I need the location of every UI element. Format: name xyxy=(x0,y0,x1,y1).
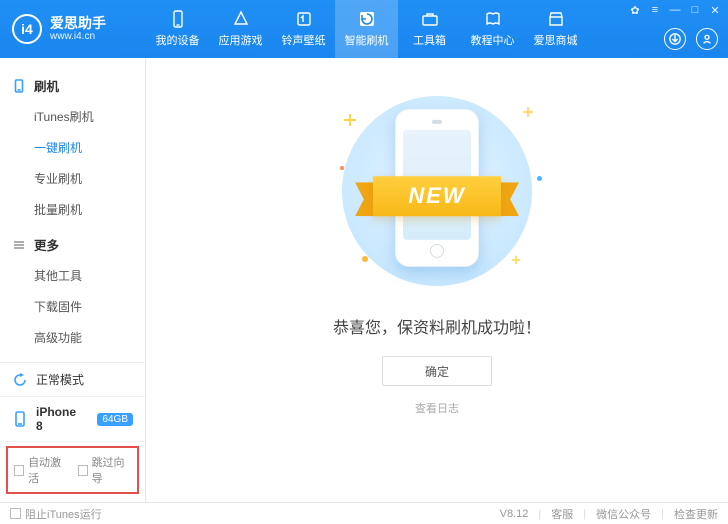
refresh-icon xyxy=(358,10,376,28)
main-panel: NEW 恭喜您，保资料刷机成功啦！ 确定 查看日志 xyxy=(146,58,728,502)
sidebar-item-onekey[interactable]: 一键刷机 xyxy=(34,132,145,163)
tab-label: 铃声壁纸 xyxy=(282,32,326,48)
window-controls: ✿ ≡ — □ ✕ xyxy=(628,3,722,17)
list-icon xyxy=(12,238,26,252)
tab-tutorial[interactable]: 教程中心 xyxy=(461,0,524,58)
tab-games[interactable]: 应用游戏 xyxy=(209,0,272,58)
book-icon xyxy=(484,10,502,28)
support-link[interactable]: 客服 xyxy=(551,506,573,522)
tab-label: 教程中心 xyxy=(471,32,515,48)
status-mode-label: 正常模式 xyxy=(36,371,84,388)
sidebar-item-batch[interactable]: 批量刷机 xyxy=(34,194,145,225)
brand: i4 爱思助手 www.i4.cn xyxy=(0,0,146,58)
sidebar-head-flash[interactable]: 刷机 xyxy=(0,70,145,101)
ribbon-text: NEW xyxy=(373,176,501,216)
app-header: i4 爱思助手 www.i4.cn 我的设备 应用游戏 铃声壁纸 智能刷机 工具… xyxy=(0,0,728,58)
wechat-link[interactable]: 微信公众号 xyxy=(596,506,651,522)
phone-icon xyxy=(169,10,187,28)
phone-icon xyxy=(12,79,26,93)
version-label: V8.12 xyxy=(500,508,529,520)
status-device[interactable]: iPhone 8 64GB xyxy=(0,397,145,442)
tab-flash[interactable]: 智能刷机 xyxy=(335,0,398,58)
storage-badge: 64GB xyxy=(97,413,133,426)
status-device-label: iPhone 8 xyxy=(36,405,85,433)
tab-store[interactable]: 爱思商城 xyxy=(524,0,587,58)
refresh-icon xyxy=(12,372,28,388)
sidebar-head-label: 更多 xyxy=(34,235,59,254)
store-icon xyxy=(547,10,565,28)
checkbox-skipguide[interactable]: 跳过向导 xyxy=(78,454,132,486)
tab-label: 我的设备 xyxy=(156,32,200,48)
success-illustration: NEW xyxy=(322,86,552,296)
checkbox-icon xyxy=(14,465,24,476)
flash-options-box: 自动激活 跳过向导 xyxy=(6,446,139,494)
footer-bar: 阻止iTunes运行 V8.12 | 客服 | 微信公众号 | 检查更新 xyxy=(0,502,728,524)
ok-button[interactable]: 确定 xyxy=(382,356,492,386)
sidebar-head-more[interactable]: 更多 xyxy=(0,229,145,260)
tab-label: 应用游戏 xyxy=(219,32,263,48)
sidebar-item-fwdl[interactable]: 下载固件 xyxy=(34,291,145,322)
maximize-icon[interactable]: □ xyxy=(688,3,702,17)
brand-url: www.i4.cn xyxy=(50,31,106,43)
minimize-icon[interactable]: — xyxy=(668,3,682,17)
brand-logo: i4 xyxy=(12,14,42,44)
sidebar-item-pro[interactable]: 专业刷机 xyxy=(34,163,145,194)
phone-icon xyxy=(12,411,28,427)
status-mode[interactable]: 正常模式 xyxy=(0,363,145,397)
sidebar: 刷机 iTunes刷机 一键刷机 专业刷机 批量刷机 更多 其他工具 下载固件 … xyxy=(0,58,146,502)
settings-icon[interactable]: ✿ xyxy=(628,3,642,17)
sidebar-head-label: 刷机 xyxy=(34,76,59,95)
apps-icon xyxy=(232,10,250,28)
music-icon xyxy=(295,10,313,28)
tab-label: 爱思商城 xyxy=(534,32,578,48)
success-message: 恭喜您，保资料刷机成功啦！ xyxy=(333,314,541,338)
checkbox-icon xyxy=(78,465,88,476)
sidebar-item-othertools[interactable]: 其他工具 xyxy=(34,260,145,291)
user-button[interactable] xyxy=(696,28,718,50)
tab-label: 智能刷机 xyxy=(345,32,389,48)
toolbox-icon xyxy=(421,10,439,28)
checkbox-autoactivate[interactable]: 自动激活 xyxy=(14,454,68,486)
tab-ring[interactable]: 铃声壁纸 xyxy=(272,0,335,58)
checkbox-icon xyxy=(10,508,21,519)
sidebar-item-adv[interactable]: 高级功能 xyxy=(34,322,145,353)
view-log-link[interactable]: 查看日志 xyxy=(415,400,459,416)
close-icon[interactable]: ✕ xyxy=(708,3,722,17)
brand-title: 爱思助手 xyxy=(50,15,106,31)
sidebar-item-itunes[interactable]: iTunes刷机 xyxy=(34,101,145,132)
tab-toolbox[interactable]: 工具箱 xyxy=(398,0,461,58)
tab-device[interactable]: 我的设备 xyxy=(146,0,209,58)
tab-label: 工具箱 xyxy=(413,32,446,48)
checkbox-block-itunes[interactable]: 阻止iTunes运行 xyxy=(10,506,102,522)
download-button[interactable] xyxy=(664,28,686,50)
menu-icon[interactable]: ≡ xyxy=(648,3,662,17)
update-link[interactable]: 检查更新 xyxy=(674,506,718,522)
